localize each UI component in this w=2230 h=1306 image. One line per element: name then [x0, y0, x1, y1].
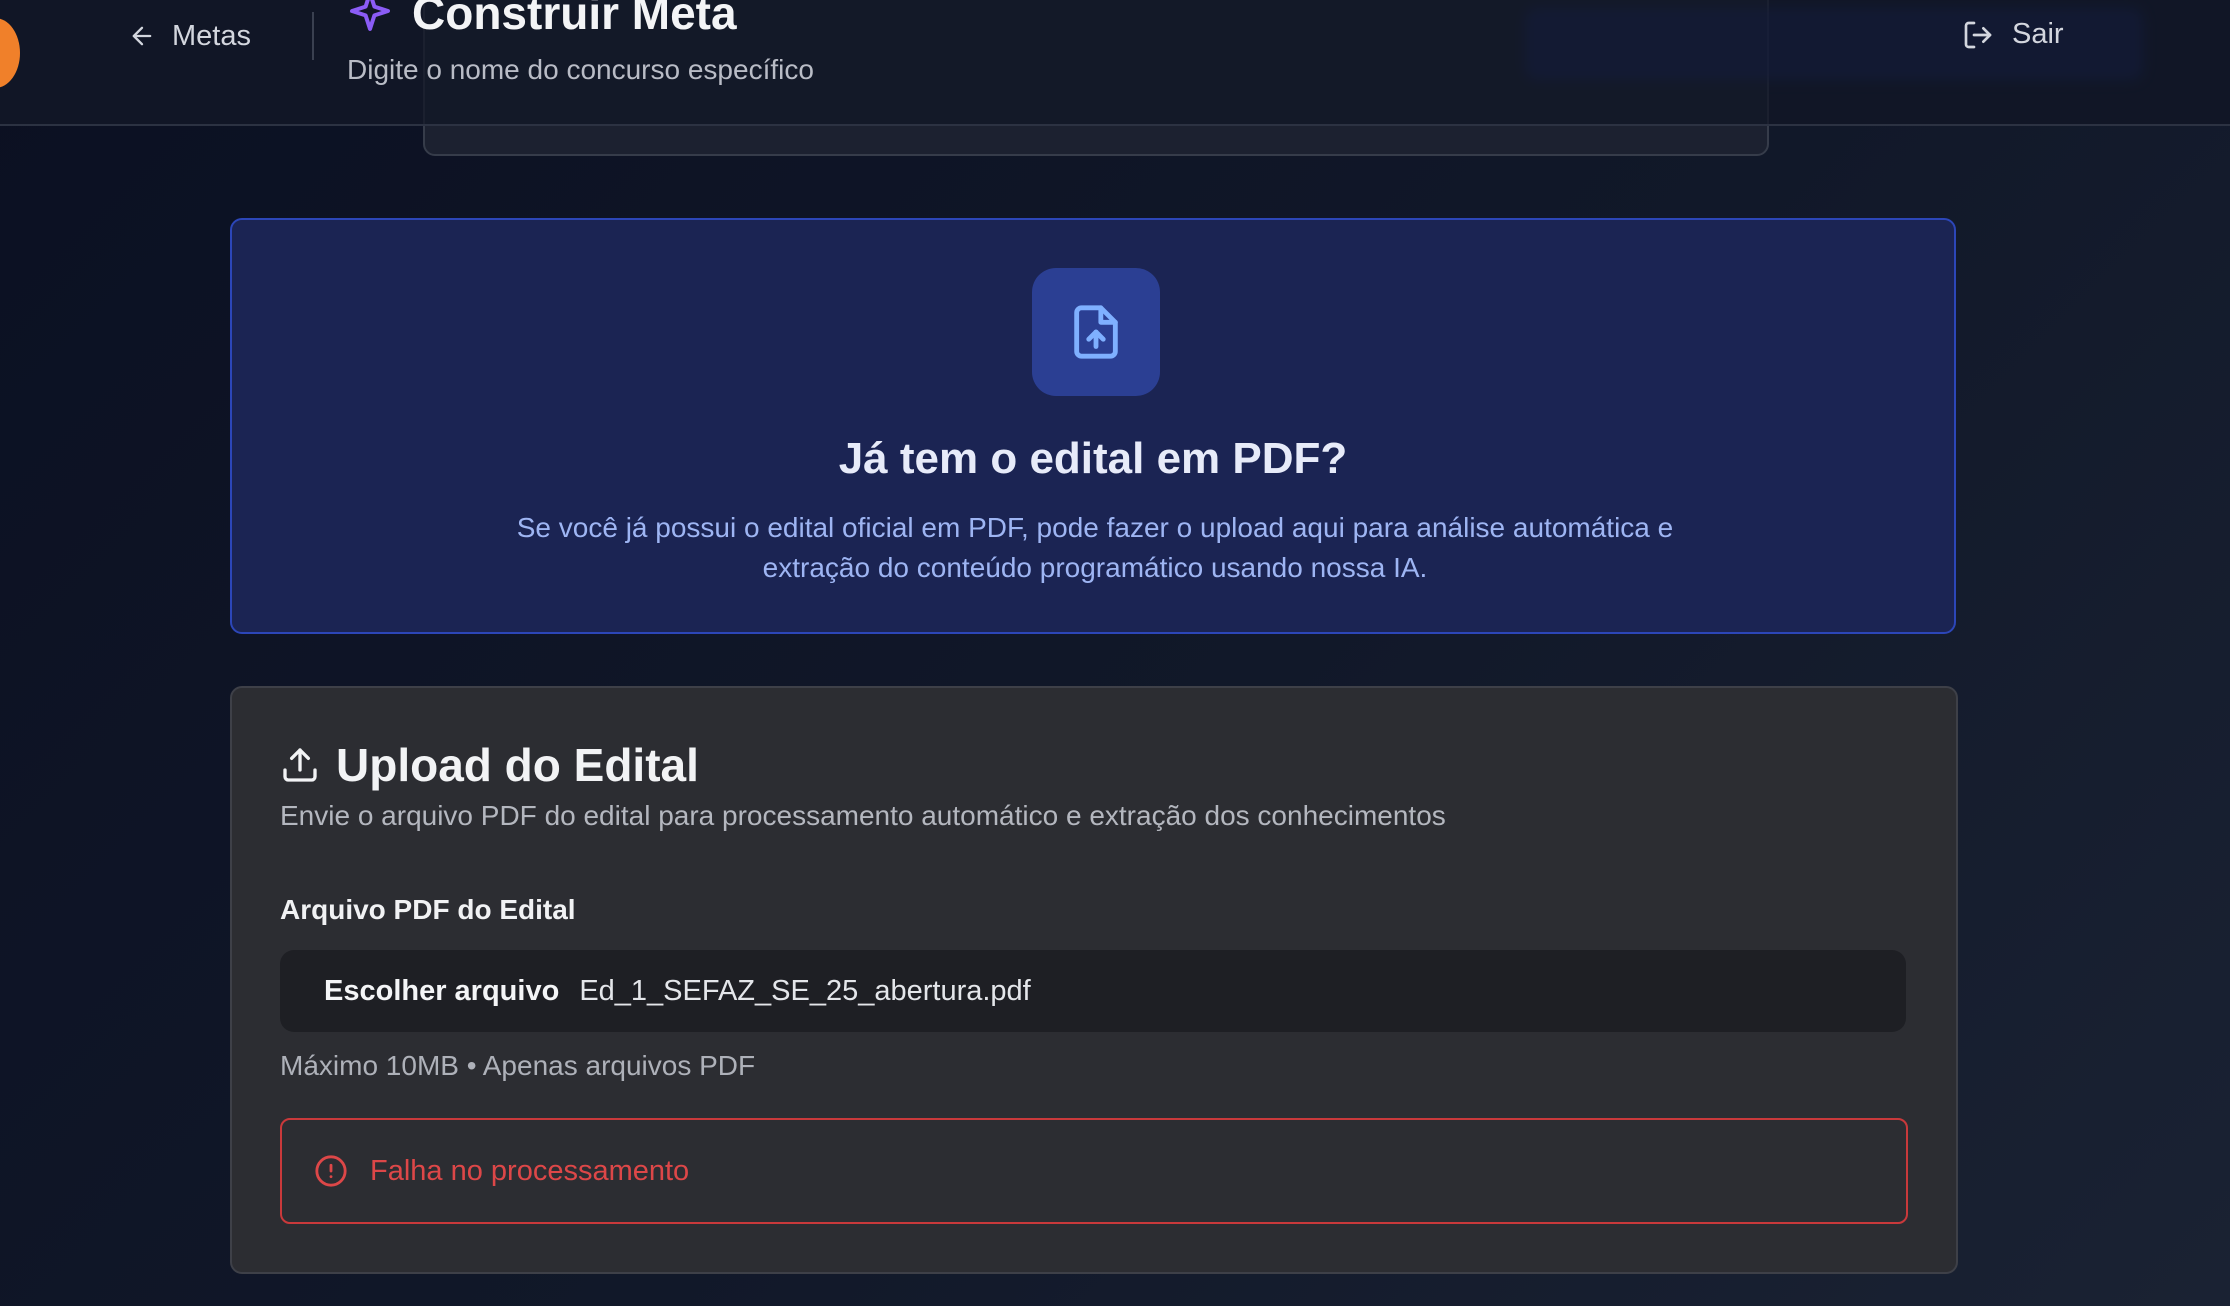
- info-title: Já tem o edital em PDF?: [838, 434, 1348, 483]
- arrow-left-icon: [132, 26, 152, 46]
- logout-label: Sair: [2012, 18, 2064, 50]
- info-text: Se você já possui o edital oficial em PD…: [516, 512, 1674, 583]
- title-row: Construir Meta: [346, 0, 737, 40]
- file-hint: Máximo 10MB • Apenas arquivos PDF: [280, 1050, 756, 1081]
- upload-icon: [283, 748, 317, 782]
- info-icon-box: [1032, 268, 1160, 396]
- back-button[interactable]: Metas: [128, 18, 251, 54]
- page-title: Construir Meta: [412, 0, 737, 39]
- error-message: Falha no processamento: [370, 1154, 690, 1187]
- file-upload-icon: [1074, 305, 1118, 359]
- header-overlay: [0, 0, 2230, 126]
- page-subtitle: Digite o nome do concurso específico: [347, 54, 814, 85]
- upload-title: Upload do Edital: [336, 739, 699, 791]
- choose-file-button[interactable]: Escolher arquivo: [324, 975, 559, 1008]
- sparkles-icon: [350, 0, 390, 31]
- back-label: Metas: [172, 19, 251, 52]
- upload-header: Upload do Edital: [280, 738, 699, 792]
- top-header: Metas Construir Meta Digite o nome do co…: [0, 0, 2230, 156]
- error-alert: Falha no processamento: [280, 1118, 1908, 1224]
- upload-card: Upload do Edital Envie o arquivo PDF do …: [230, 686, 1958, 1274]
- upload-description: Envie o arquivo PDF do edital para proce…: [280, 800, 1446, 831]
- file-field-label: Arquivo PDF do Edital: [280, 894, 576, 925]
- alert-circle-icon: [315, 1155, 347, 1187]
- logout-button[interactable]: Sair: [1962, 18, 2064, 51]
- selected-file-name: Ed_1_SEFAZ_SE_25_abertura.pdf: [579, 974, 1031, 1007]
- logout-icon: [1964, 21, 1992, 48]
- header-divider: [312, 12, 314, 60]
- pdf-info-card: Já tem o edital em PDF? Se você já possu…: [230, 218, 1956, 634]
- file-input[interactable]: Escolher arquivo Ed_1_SEFAZ_SE_25_abertu…: [280, 950, 1906, 1032]
